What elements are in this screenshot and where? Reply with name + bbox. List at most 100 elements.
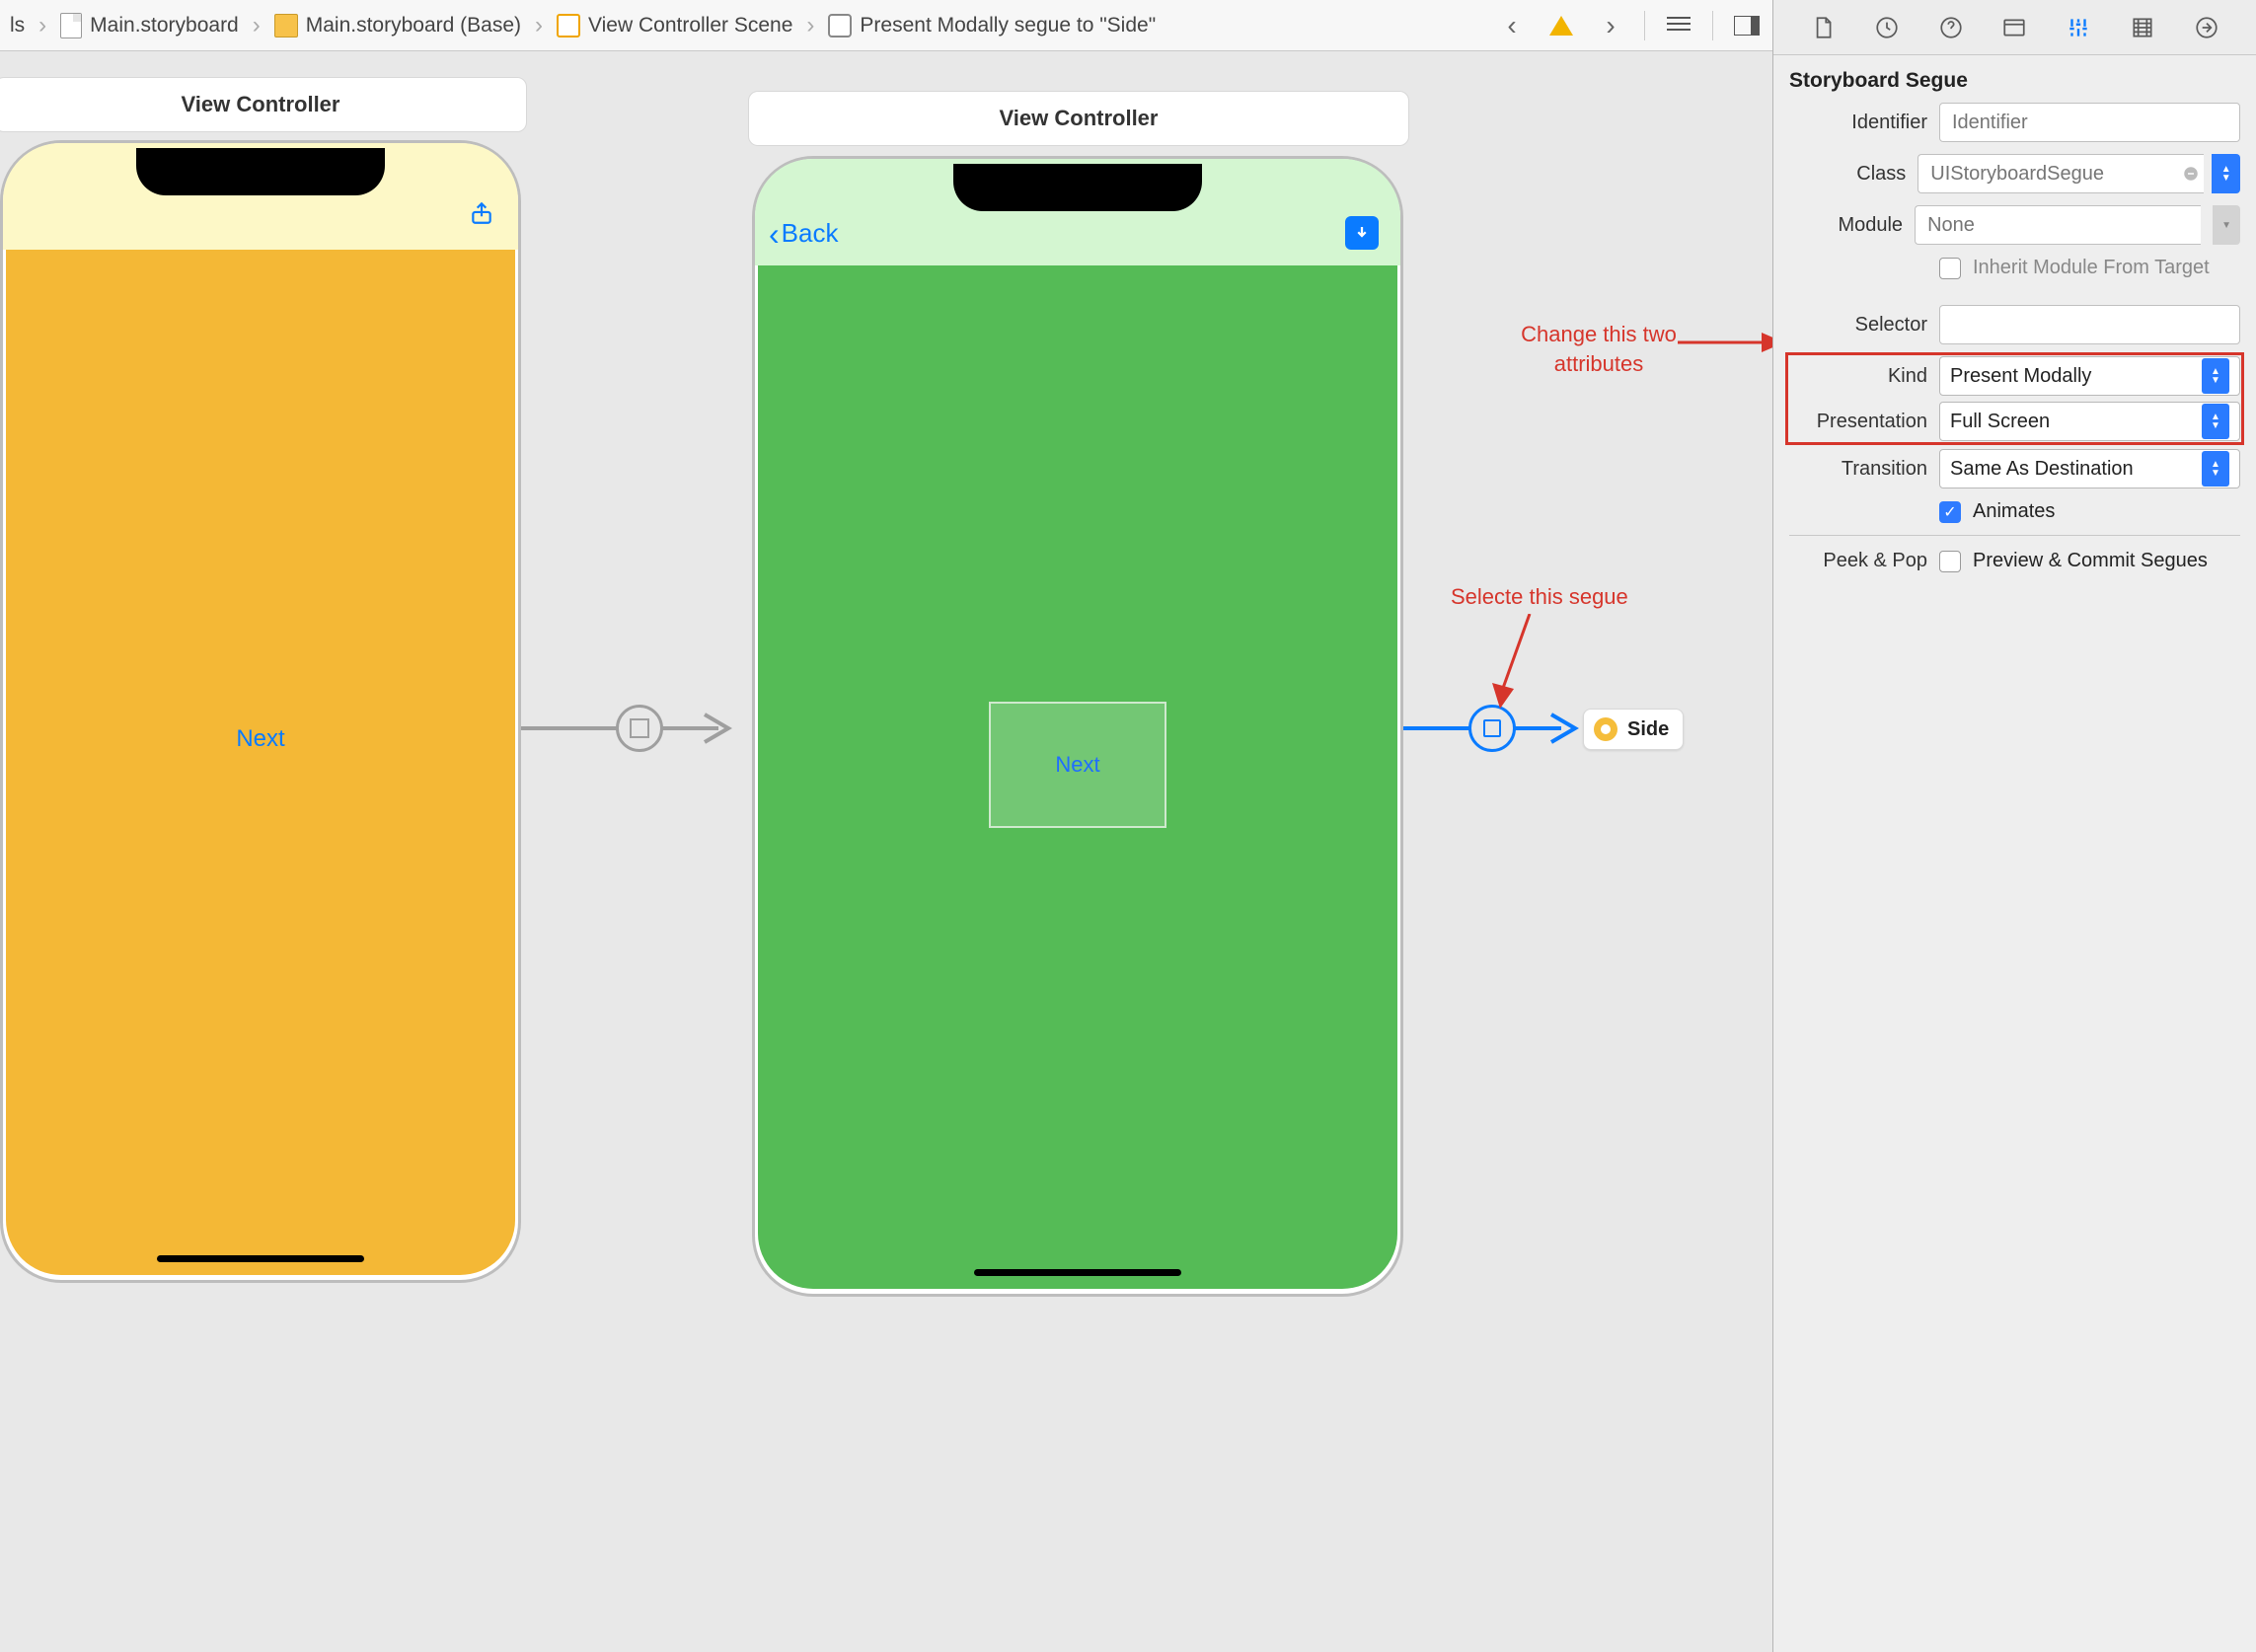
container-label: Next <box>1055 752 1099 778</box>
storyboard-icon <box>274 14 298 38</box>
class-stepper-icon[interactable]: ▲▼ <box>2212 154 2240 193</box>
class-label: Class <box>1789 163 1906 186</box>
scene-title-bar[interactable]: View Controller <box>0 77 527 132</box>
animates-label: Animates <box>1973 500 2055 523</box>
kind-label: Kind <box>1789 365 1927 388</box>
breadcrumb[interactable]: ls › Main.storyboard › Main.storyboard (… <box>10 12 1156 39</box>
scene-icon <box>557 14 580 38</box>
inspector-tabs <box>1773 0 2256 55</box>
identity-inspector-tab[interactable] <box>1995 9 2033 46</box>
highlighted-attributes: Kind Present Modally ▲▼ Presentation Ful… <box>1789 356 2240 441</box>
dropdown-arrows-icon: ▲▼ <box>2202 358 2229 394</box>
selector-label: Selector <box>1789 314 1927 337</box>
animates-row: ✓ Animates <box>1789 500 2240 523</box>
scene-title-bar[interactable]: View Controller <box>748 91 1409 146</box>
divider <box>1712 11 1713 40</box>
kind-value: Present Modally <box>1950 365 2091 388</box>
next-button[interactable]: Next <box>236 725 284 753</box>
device-scene-1[interactable]: Next <box>0 140 521 1283</box>
inherit-module-label: Inherit Module From Target <box>1973 257 2210 279</box>
identifier-input[interactable] <box>1939 103 2240 142</box>
annotation-arrow-icon <box>1490 614 1549 713</box>
related-items-icon[interactable] <box>1663 10 1694 41</box>
chevron-right-icon: › <box>535 12 543 39</box>
module-label: Module <box>1789 214 1903 237</box>
inspector-panel: Storyboard Segue Identifier Class ▲▼ Mod… <box>1772 0 2256 1652</box>
animates-checkbox[interactable]: ✓ <box>1939 501 1961 523</box>
presentation-select[interactable]: Full Screen ▲▼ <box>1939 402 2240 441</box>
peek-pop-row: Peek & Pop Preview & Commit Segues <box>1789 550 2240 572</box>
identifier-label: Identifier <box>1789 112 1927 134</box>
present-modally-icon <box>1483 719 1501 737</box>
annotation-arrow-icon <box>1678 323 1772 362</box>
dropdown-arrows-icon: ▲▼ <box>2202 404 2229 439</box>
peek-pop-label: Peek & Pop <box>1789 550 1927 572</box>
crumb-text: Main.storyboard <box>90 14 239 38</box>
preview-commit-label: Preview & Commit Segues <box>1973 550 2208 572</box>
presentation-field-row: Presentation Full Screen ▲▼ <box>1789 402 2240 441</box>
dropdown-arrows-icon: ▲▼ <box>2202 451 2229 487</box>
crumb-text: Main.storyboard (Base) <box>306 14 521 38</box>
transition-field-row: Transition Same As Destination ▲▼ <box>1789 449 2240 488</box>
preview-commit-checkbox[interactable] <box>1939 551 1961 572</box>
class-input[interactable] <box>1918 154 2204 193</box>
viewcontroller-icon <box>1594 717 1617 741</box>
breadcrumb-bar: ls › Main.storyboard › Main.storyboard (… <box>0 0 1772 51</box>
presentation-value: Full Screen <box>1950 411 2050 433</box>
history-inspector-tab[interactable] <box>1868 9 1906 46</box>
inherit-module-checkbox[interactable] <box>1939 258 1961 279</box>
divider <box>1789 535 2240 536</box>
crumb-text: Present Modally segue to "Side" <box>860 14 1156 38</box>
back-label: Back <box>782 218 839 249</box>
segue-node-icon[interactable] <box>616 705 663 752</box>
transition-select[interactable]: Same As Destination ▲▼ <box>1939 449 2240 488</box>
inherit-module-row: Inherit Module From Target <box>1789 257 2240 279</box>
adjust-editor-icon[interactable] <box>1731 10 1763 41</box>
crumb-text: ls <box>10 14 25 38</box>
selector-input[interactable] <box>1939 305 2240 344</box>
module-field-row: Module ▼ <box>1789 205 2240 245</box>
segue-icon <box>828 14 852 38</box>
size-inspector-tab[interactable] <box>2124 9 2161 46</box>
file-inspector-tab[interactable] <box>1804 9 1842 46</box>
home-indicator <box>974 1269 1181 1276</box>
present-modally-icon <box>630 718 649 738</box>
side-view-chip[interactable]: Side <box>1583 709 1684 750</box>
chevron-right-icon: › <box>253 12 261 39</box>
inspector-section-title: Storyboard Segue <box>1773 55 2256 103</box>
download-icon[interactable] <box>1345 216 1379 250</box>
history-forward-button[interactable]: › <box>1595 10 1626 41</box>
history-back-button[interactable]: ‹ <box>1496 10 1528 41</box>
selector-field-row: Selector <box>1789 305 2240 344</box>
crumb-text: View Controller Scene <box>588 14 792 38</box>
container-view[interactable]: Next <box>989 702 1166 828</box>
annotation-text: Selecte this segue <box>1451 582 1628 612</box>
side-chip-label: Side <box>1627 718 1669 741</box>
chevron-left-icon: ‹ <box>769 224 780 244</box>
kind-field-row: Kind Present Modally ▲▼ <box>1789 356 2240 396</box>
storyboard-canvas[interactable]: View Controller Next View Controller <box>0 51 1772 1652</box>
module-stepper-icon[interactable]: ▼ <box>2213 205 2240 245</box>
presentation-label: Presentation <box>1789 411 1927 433</box>
transition-value: Same As Destination <box>1950 458 2134 481</box>
scene-title: View Controller <box>182 92 340 117</box>
kind-select[interactable]: Present Modally ▲▼ <box>1939 356 2240 396</box>
transition-label: Transition <box>1789 458 1927 481</box>
notch <box>136 148 385 195</box>
home-indicator <box>157 1255 364 1262</box>
device-scene-2[interactable]: ‹ Back Next <box>752 156 1403 1297</box>
notch <box>953 164 1202 211</box>
back-button[interactable]: ‹ Back <box>769 218 838 249</box>
module-input[interactable] <box>1915 205 2201 245</box>
connections-inspector-tab[interactable] <box>2188 9 2225 46</box>
clear-class-icon[interactable] <box>2182 164 2200 184</box>
chevron-right-icon: › <box>38 12 46 39</box>
file-icon <box>60 13 82 38</box>
help-inspector-tab[interactable] <box>1932 9 1970 46</box>
warning-icon[interactable] <box>1545 10 1577 41</box>
identifier-field-row: Identifier <box>1789 103 2240 142</box>
chevron-right-icon: › <box>806 12 814 39</box>
class-field-row: Class ▲▼ <box>1789 154 2240 193</box>
attributes-inspector-tab[interactable] <box>2060 9 2097 46</box>
share-icon[interactable] <box>469 200 494 229</box>
